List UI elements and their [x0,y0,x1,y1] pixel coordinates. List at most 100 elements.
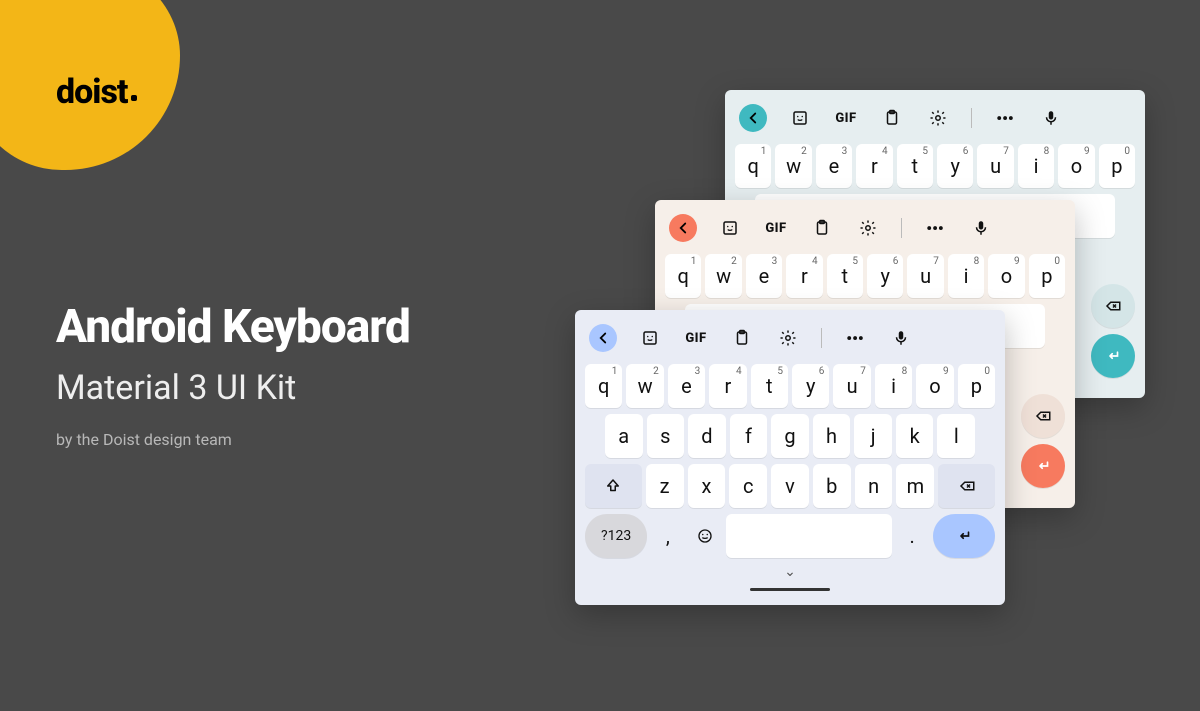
headline-block: Android Keyboard Material 3 UI Kit by th… [56,300,410,449]
mic-icon[interactable] [1038,105,1064,131]
gear-icon[interactable] [925,105,951,131]
key-u[interactable]: u7 [833,364,870,408]
clipboard-icon[interactable] [729,325,755,351]
back-icon[interactable] [739,104,767,132]
key-y[interactable]: y6 [867,254,903,298]
headline-title: Android Keyboard [56,300,410,354]
gif-button[interactable]: GIF [683,325,709,351]
key-b[interactable]: b [813,464,851,508]
key-u[interactable]: u7 [977,144,1013,188]
symbols-key[interactable]: ?123 [585,514,647,558]
key-y[interactable]: y6 [937,144,973,188]
key-x[interactable]: x [688,464,726,508]
enter-key[interactable] [933,514,995,558]
key-row-1: q1w2e3r4t5y6u7i8o9p0 [665,254,1065,298]
gear-icon[interactable] [775,325,801,351]
period-key[interactable]: . [896,514,929,558]
emoji-key[interactable] [688,514,721,558]
toolbar: GIF ••• [665,208,1065,254]
key-e[interactable]: e3 [668,364,705,408]
key-row-1: q1w2e3r4t5y6u7i8o9p0 [585,364,995,408]
key-w[interactable]: w2 [705,254,741,298]
sticker-icon[interactable] [717,215,743,241]
clipboard-icon[interactable] [879,105,905,131]
key-l[interactable]: l [937,414,975,458]
gear-icon[interactable] [855,215,881,241]
key-d[interactable]: d [688,414,726,458]
sticker-icon[interactable] [787,105,813,131]
enter-key[interactable] [1021,444,1065,488]
toolbar: GIF ••• [585,318,995,364]
key-v[interactable]: v [771,464,809,508]
key-i[interactable]: i8 [1018,144,1054,188]
space-key[interactable] [726,514,892,558]
key-p[interactable]: p0 [1029,254,1065,298]
key-i[interactable]: i8 [948,254,984,298]
backspace-key[interactable] [1091,284,1135,328]
key-e[interactable]: e3 [816,144,852,188]
key-j[interactable]: j [854,414,892,458]
key-w[interactable]: w2 [626,364,663,408]
key-o[interactable]: o9 [988,254,1024,298]
gif-button[interactable]: GIF [763,215,789,241]
key-o[interactable]: o9 [916,364,953,408]
key-e[interactable]: e3 [746,254,782,298]
key-t[interactable]: t5 [751,364,788,408]
mic-icon[interactable] [968,215,994,241]
gif-button[interactable]: GIF [833,105,859,131]
key-row-1: q1w2e3r4t5y6u7i8o9p0 [735,144,1135,188]
key-y[interactable]: y6 [792,364,829,408]
headline-byline: by the Doist design team [56,430,410,449]
mic-icon[interactable] [888,325,914,351]
more-icon[interactable]: ••• [842,325,868,351]
more-icon[interactable]: ••• [992,105,1018,131]
backspace-key[interactable] [1021,394,1065,438]
key-t[interactable]: t5 [827,254,863,298]
clipboard-icon[interactable] [809,215,835,241]
brand-logo: doist [56,72,137,112]
collapse-caret[interactable]: ⌄ [585,564,995,580]
key-a[interactable]: a [605,414,643,458]
key-t[interactable]: t5 [897,144,933,188]
key-r[interactable]: r4 [856,144,892,188]
key-k[interactable]: k [896,414,934,458]
enter-key[interactable] [1091,334,1135,378]
key-n[interactable]: n [855,464,893,508]
comma-key[interactable]: , [651,514,684,558]
key-row-4: ?123 , . [585,514,995,558]
toolbar: GIF ••• [735,98,1135,144]
key-w[interactable]: w2 [775,144,811,188]
key-f[interactable]: f [730,414,768,458]
separator [901,218,902,238]
key-r[interactable]: r4 [709,364,746,408]
key-q[interactable]: q1 [585,364,622,408]
key-q[interactable]: q1 [735,144,771,188]
key-o[interactable]: o9 [1058,144,1094,188]
key-m[interactable]: m [896,464,934,508]
shift-key[interactable] [585,464,642,508]
more-icon[interactable]: ••• [922,215,948,241]
keyboard-blue: GIF ••• q1w2e3r4t5y6u7i8o9p0 asdfghjkl z… [575,310,1005,605]
key-g[interactable]: g [771,414,809,458]
key-r[interactable]: r4 [786,254,822,298]
separator [971,108,972,128]
back-icon[interactable] [669,214,697,242]
key-s[interactable]: s [647,414,685,458]
separator [821,328,822,348]
key-c[interactable]: c [729,464,767,508]
headline-subtitle: Material 3 UI Kit [56,368,410,408]
key-p[interactable]: p0 [1099,144,1135,188]
key-row-2: asdfghjkl [585,414,995,458]
key-row-3: zxcvbnm [585,464,995,508]
backspace-key[interactable] [938,464,995,508]
sticker-icon[interactable] [637,325,663,351]
keyboard-stack: GIF ••• q1w2e3r4t5y6u7i8o9p0 l GIF ••• [545,90,1145,670]
back-icon[interactable] [589,324,617,352]
nav-handle[interactable] [750,588,830,591]
key-q[interactable]: q1 [665,254,701,298]
key-p[interactable]: p0 [958,364,995,408]
key-z[interactable]: z [646,464,684,508]
key-i[interactable]: i8 [875,364,912,408]
key-u[interactable]: u7 [907,254,943,298]
key-h[interactable]: h [813,414,851,458]
